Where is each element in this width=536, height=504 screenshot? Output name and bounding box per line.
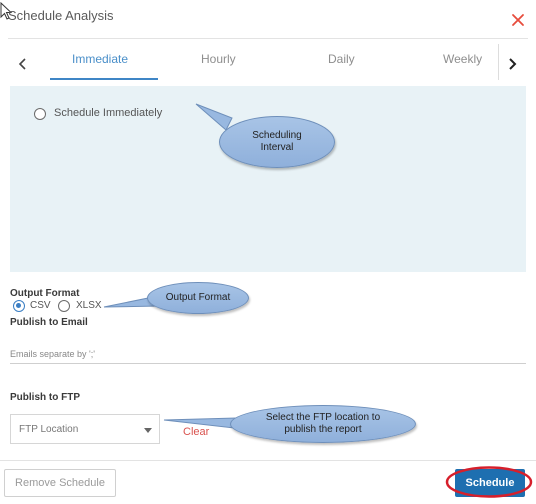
active-tab-indicator xyxy=(50,78,158,80)
publish-email-heading: Publish to Email xyxy=(10,317,88,328)
schedule-immediately-radio[interactable] xyxy=(34,108,46,120)
output-format-heading: Output Format xyxy=(10,288,80,299)
footer-divider xyxy=(0,460,536,461)
callout-ftp: Select the FTP location to publish the r… xyxy=(230,405,416,443)
dialog-title: Schedule Analysis xyxy=(8,8,114,23)
chevron-down-icon xyxy=(144,428,152,433)
clear-ftp-link[interactable]: Clear xyxy=(183,426,209,438)
tab-weekly[interactable]: Weekly xyxy=(443,52,482,66)
email-input[interactable]: Emails separate by ';' xyxy=(10,349,95,359)
xlsx-label: XLSX xyxy=(76,300,102,311)
xlsx-radio[interactable] xyxy=(58,300,70,312)
callout-output-format: Output Format xyxy=(147,282,249,314)
close-icon[interactable] xyxy=(510,12,526,28)
header-divider xyxy=(8,38,528,39)
csv-radio[interactable] xyxy=(13,300,25,312)
publish-ftp-heading: Publish to FTP xyxy=(10,392,80,403)
tab-immediate[interactable]: Immediate xyxy=(72,52,128,66)
csv-label: CSV xyxy=(30,300,51,311)
tab-daily[interactable]: Daily xyxy=(328,52,355,66)
chevron-left-icon[interactable] xyxy=(18,58,28,70)
chevron-right-icon[interactable] xyxy=(507,58,517,70)
tab-hourly[interactable]: Hourly xyxy=(201,52,236,66)
remove-schedule-button[interactable]: Remove Schedule xyxy=(4,469,116,497)
callout-scheduling-interval: Scheduling Interval xyxy=(219,116,335,168)
schedule-immediately-label: Schedule Immediately xyxy=(54,107,163,119)
email-input-underline xyxy=(10,363,526,364)
ftp-location-value: FTP Location xyxy=(19,424,79,435)
tab-separator xyxy=(498,44,499,80)
highlight-ring xyxy=(445,466,533,498)
